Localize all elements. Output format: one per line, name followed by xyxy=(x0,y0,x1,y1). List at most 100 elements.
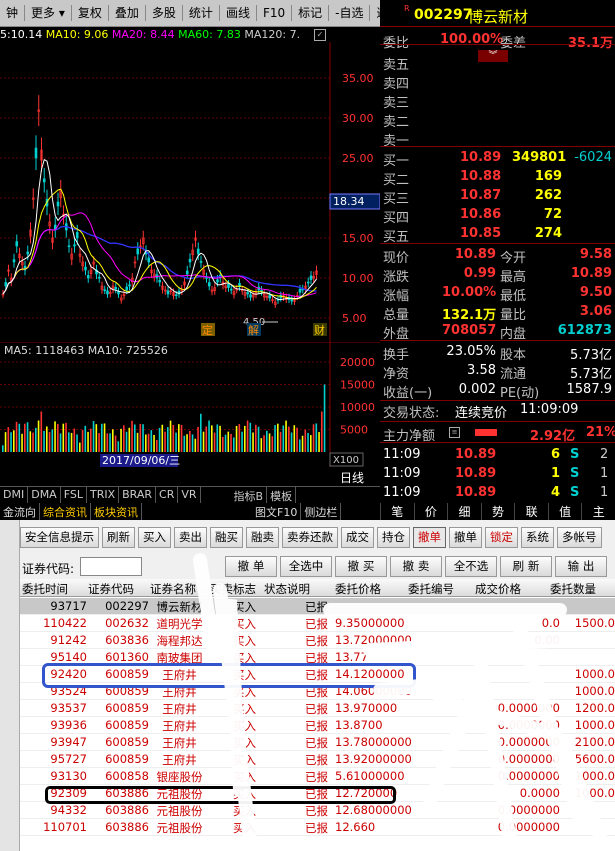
code-input[interactable] xyxy=(80,557,142,576)
volume-bar xyxy=(191,434,194,452)
main-flow-icon[interactable]: ≡ xyxy=(449,427,460,438)
volume-bar xyxy=(161,424,164,452)
price-tick: 15.00 xyxy=(342,232,374,245)
col-code[interactable]: 证券代码 xyxy=(88,581,143,597)
candle xyxy=(229,288,233,291)
rzrq-flag: R xyxy=(404,4,410,13)
volume-bar xyxy=(46,426,48,452)
marker-cai[interactable]: 财 xyxy=(314,323,325,337)
volume-bar xyxy=(65,422,67,452)
tab-dmi[interactable]: DMI xyxy=(0,487,29,503)
toolbar-item-fuquan[interactable]: 复权 xyxy=(72,5,109,21)
tab-brar[interactable]: BRAR xyxy=(119,487,157,503)
ma-settings-icon[interactable]: ✓ xyxy=(314,29,326,41)
candle xyxy=(56,201,60,207)
marker-jie[interactable]: 解 xyxy=(248,323,259,337)
volume-bar xyxy=(301,435,304,452)
volume-bar xyxy=(48,432,51,452)
toolbar-item-duogu[interactable]: 多股 xyxy=(146,5,183,21)
tab-zhi[interactable]: 值 xyxy=(547,503,582,520)
volume-bar xyxy=(172,424,175,452)
volume-bar xyxy=(142,424,144,452)
tab-fsl[interactable]: FSL xyxy=(61,487,87,503)
toolbar-item-f10[interactable]: F10 xyxy=(257,5,293,21)
price-tick: 35.00 xyxy=(342,72,374,85)
tab-dma[interactable]: DMA xyxy=(28,487,61,503)
tab-template[interactable]: 模板 xyxy=(267,487,297,503)
candle xyxy=(34,147,38,159)
volume-bar xyxy=(315,423,318,452)
toolbar-item-zixuan[interactable]: -自选 xyxy=(329,5,371,21)
volume-bar xyxy=(244,425,246,452)
candle xyxy=(188,258,192,263)
volume-bar xyxy=(131,420,133,452)
toolbar-item-zhong[interactable]: 钟 xyxy=(0,5,26,21)
day-line-label[interactable]: 日线 xyxy=(340,469,364,486)
volume-chart[interactable]: MA5: 1118463 MA10: 725526 20000 15000 1000… xyxy=(0,342,380,467)
volume-bar xyxy=(156,439,158,452)
volume-bar xyxy=(233,437,235,452)
candle xyxy=(290,299,294,302)
stat2-row: 收益(一) 0.002 PE(动) 1587.9 xyxy=(383,382,612,401)
ask-row: 卖二 xyxy=(383,115,410,130)
volume-bar xyxy=(43,430,45,452)
price-tick: 30.00 xyxy=(342,112,374,125)
price-tick: 10.00 xyxy=(342,272,374,285)
stock-name: 博云新材 xyxy=(468,8,529,26)
tab-cr[interactable]: CR xyxy=(156,487,179,503)
volume-bar xyxy=(246,420,249,452)
tab-news[interactable]: 综合资讯 xyxy=(40,503,91,520)
col-time[interactable]: 委托时间 xyxy=(22,581,77,597)
candle xyxy=(117,291,120,295)
candle xyxy=(106,290,109,295)
tab-bi[interactable]: 笔 xyxy=(380,503,414,520)
code-label: 证券代码: xyxy=(22,562,75,576)
tab-xi[interactable]: 细 xyxy=(447,503,481,520)
toolbar-item-tongji[interactable]: 统计 xyxy=(183,5,220,21)
tab-trix[interactable]: TRIX xyxy=(87,487,120,503)
volume-bar xyxy=(32,432,34,452)
tab-jia[interactable]: 价 xyxy=(413,503,448,520)
volume-bar xyxy=(238,423,241,452)
volume-bar xyxy=(18,423,21,452)
kline-chart[interactable]: 35.0030.0025.0020.0015.0010.005.00 18.34… xyxy=(0,42,380,342)
toolbar-item-diejia[interactable]: 叠加 xyxy=(109,5,146,21)
quote-tabs: 笔 价 细 势 联 值 主 xyxy=(380,503,615,520)
tab-sector-news[interactable]: 板块资讯 xyxy=(91,503,142,520)
candle xyxy=(246,292,250,295)
refresh-button[interactable]: 刷新 xyxy=(102,527,135,548)
stat-row: 外盘 708057 内盘 612873 xyxy=(383,323,612,342)
toolbar-item-huaxian[interactable]: 画线 xyxy=(220,5,257,21)
volume-bar xyxy=(318,432,320,452)
candle xyxy=(147,257,151,263)
volume-bar xyxy=(15,421,18,452)
volume-bar xyxy=(150,430,153,452)
candle xyxy=(86,275,90,279)
volume-bar xyxy=(2,445,4,452)
toolbar-item-biaoji[interactable]: 标记 xyxy=(292,5,330,21)
tab-indicator-b[interactable]: 指标B xyxy=(231,487,268,503)
volume-bar xyxy=(79,442,81,452)
tab-sidebar[interactable]: 侧边栏 xyxy=(301,503,342,520)
cursor-date: 2017/09/06/三 xyxy=(102,454,180,467)
buy-button[interactable]: 买入 xyxy=(138,527,171,548)
volume-ma-legend: MA5: 1118463 MA10: 725526 xyxy=(4,344,168,357)
tab-shi[interactable]: 势 xyxy=(480,503,515,520)
tab-money-flow[interactable]: 金流向 xyxy=(0,503,40,520)
marker-ding[interactable]: 定 xyxy=(202,323,213,337)
candle xyxy=(12,259,16,263)
tab-lian[interactable]: 联 xyxy=(514,503,548,520)
candle xyxy=(97,276,101,279)
volume-bar xyxy=(183,435,186,452)
tab-vr[interactable]: VR xyxy=(178,487,201,503)
weibi-row: 委比 100.00% 委差 35.1万 xyxy=(383,32,614,51)
volume-bar xyxy=(73,428,76,452)
tab-f10[interactable]: 图文F10 xyxy=(252,503,302,520)
volume-bar xyxy=(35,427,37,452)
volume-bar xyxy=(180,424,183,452)
candle xyxy=(268,294,272,299)
toolbar-item-more[interactable]: 更多 ▾ xyxy=(25,5,72,21)
security-info-button[interactable]: 安全信息提示 xyxy=(20,527,99,548)
volume-bar xyxy=(189,431,191,452)
tab-zhu[interactable]: 主 xyxy=(581,503,615,520)
